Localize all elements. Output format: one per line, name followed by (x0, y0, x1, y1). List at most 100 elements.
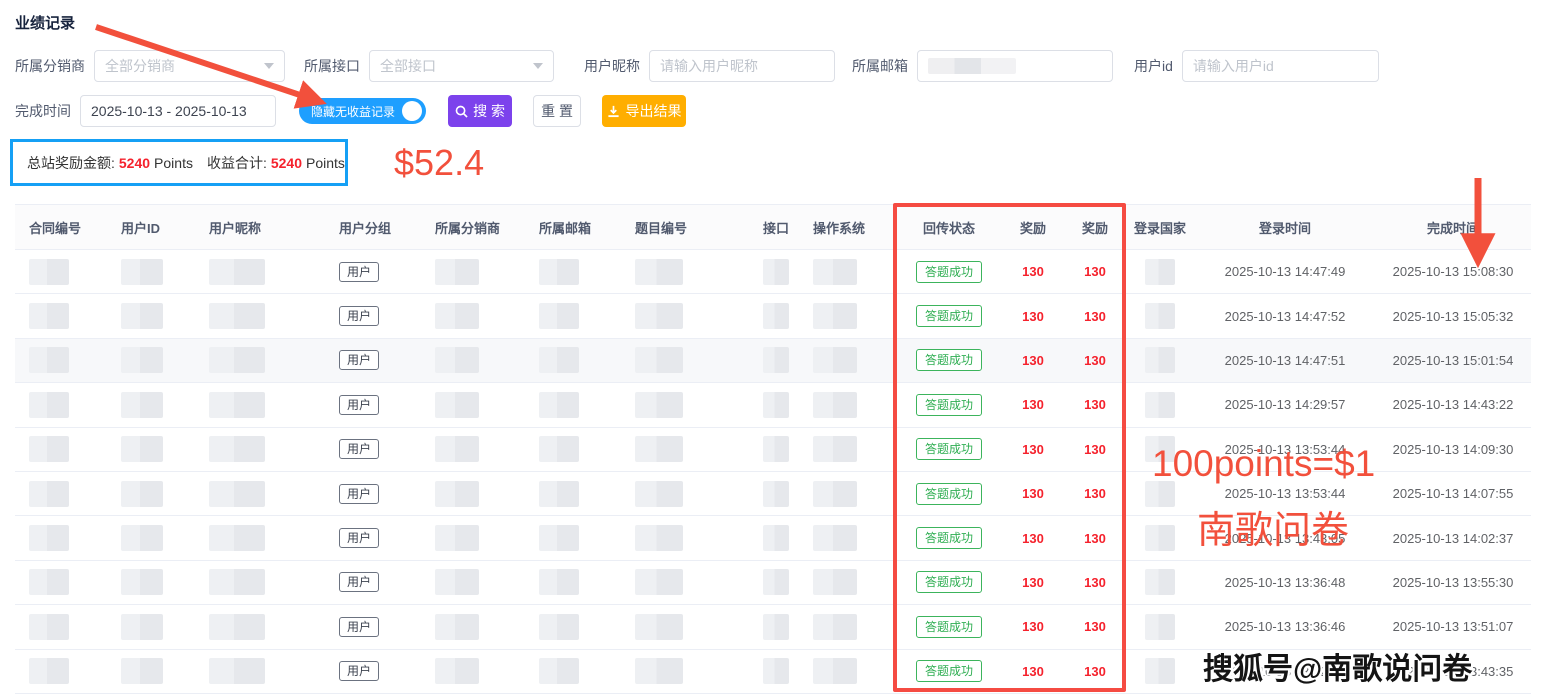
table-row[interactable]: 用户 答题成功 130 130 2025-10-13 14:47:51 2025… (15, 339, 1531, 383)
cell-distributor (421, 561, 525, 604)
cell-reward-2: 130 (1065, 383, 1125, 426)
redacted-value (813, 259, 857, 285)
login-time-value: 2025-10-13 14:47:49 (1225, 264, 1346, 279)
column-header[interactable]: 完成时间 (1375, 205, 1531, 249)
column-header[interactable]: 接口 (749, 205, 799, 249)
redacted-value (121, 436, 163, 462)
table-row[interactable]: 用户 答题成功 130 130 2025-10-13 13:22:23 2025… (15, 650, 1531, 694)
date-range-input[interactable]: 2025-10-13 - 2025-10-13 (80, 95, 276, 127)
column-header[interactable]: 题目编号 (621, 205, 749, 249)
redacted-value (435, 525, 479, 551)
cell-nickname (195, 250, 325, 293)
reward-value: 130 (1084, 664, 1106, 679)
finish-time-value: 2025-10-13 15:08:30 (1393, 264, 1514, 279)
column-header[interactable]: 所属邮箱 (525, 205, 621, 249)
column-header[interactable]: 回传状态 (897, 205, 1001, 249)
cell-email (525, 428, 621, 471)
cell-login-country (1125, 472, 1195, 515)
redacted-value (29, 569, 69, 595)
download-icon (607, 105, 620, 118)
cell-email (525, 472, 621, 515)
cell-contract-id (15, 383, 107, 426)
redacted-value (763, 259, 789, 285)
cell-callback-status: 答题成功 (897, 294, 1001, 337)
cell-nickname (195, 294, 325, 337)
cell-distributor (421, 428, 525, 471)
hide-no-income-toggle[interactable]: 隐藏无收益记录 (299, 98, 426, 124)
redacted-value (435, 481, 479, 507)
cell-user-id (107, 294, 195, 337)
column-header[interactable]: 合同编号 (15, 205, 107, 249)
column-header[interactable]: 登录国家 (1125, 205, 1195, 249)
page-title: 业绩记录 (15, 12, 75, 33)
cell-distributor (421, 294, 525, 337)
table-row[interactable]: 用户 答题成功 130 130 2025-10-13 14:29:57 2025… (15, 383, 1531, 427)
redacted-value (1145, 259, 1175, 285)
cell-reward-2: 130 (1065, 339, 1125, 382)
export-button[interactable]: 导出结果 (602, 95, 686, 127)
cell-login-time: 2025-10-13 13:22:23 (1195, 650, 1375, 693)
cell-nickname (195, 472, 325, 515)
cell-user-group: 用户 (325, 339, 421, 382)
column-header[interactable]: 操作系统 (799, 205, 897, 249)
cell-distributor (421, 650, 525, 693)
redacted-value (763, 569, 789, 595)
cell-user-id (107, 561, 195, 604)
table-row[interactable]: 用户 答题成功 130 130 2025-10-13 14:47:49 2025… (15, 250, 1531, 294)
nickname-input[interactable]: 请输入用户昵称 (649, 50, 835, 82)
cell-os (799, 516, 897, 559)
reward-value: 130 (1084, 353, 1106, 368)
finish-time-label: 完成时间 (15, 101, 71, 121)
interface-select[interactable]: 全部接口 (369, 50, 554, 82)
reward-value: 130 (1084, 531, 1106, 546)
redacted-value (635, 392, 683, 418)
cell-contract-id (15, 516, 107, 559)
column-header[interactable]: 所属分销商 (421, 205, 525, 249)
column-header[interactable]: 用户分组 (325, 205, 421, 249)
table-row[interactable]: 用户 答题成功 130 130 2025-10-13 13:43:05 2025… (15, 516, 1531, 560)
reward-value: 130 (1022, 664, 1044, 679)
cell-reward-2: 130 (1065, 650, 1125, 693)
column-header[interactable]: 用户昵称 (195, 205, 325, 249)
redacted-value (121, 347, 163, 373)
table-row[interactable]: 用户 答题成功 130 130 2025-10-13 14:47:52 2025… (15, 294, 1531, 338)
cell-interface (749, 428, 799, 471)
table-row[interactable]: 用户 答题成功 130 130 2025-10-13 13:53:44 2025… (15, 428, 1531, 472)
reset-button[interactable]: 重 置 (533, 95, 581, 127)
login-time-value: 2025-10-13 13:43:05 (1225, 531, 1346, 546)
column-header[interactable]: 登录时间 (1195, 205, 1375, 249)
email-input[interactable] (917, 50, 1113, 82)
table-row[interactable]: 用户 答题成功 130 130 2025-10-13 13:36:46 2025… (15, 605, 1531, 649)
search-button[interactable]: 搜 索 (448, 95, 512, 127)
column-header[interactable]: 用户ID (107, 205, 195, 249)
redacted-value (435, 303, 479, 329)
column-header[interactable]: 奖励 (1001, 205, 1065, 249)
cell-question-id (621, 650, 749, 693)
cell-login-country (1125, 294, 1195, 337)
cell-user-id (107, 516, 195, 559)
export-button-label: 导出结果 (626, 101, 682, 121)
cell-reward-1: 130 (1001, 428, 1065, 471)
cell-question-id (621, 294, 749, 337)
table-row[interactable]: 用户 答题成功 130 130 2025-10-13 13:53:44 2025… (15, 472, 1531, 516)
cell-user-id (107, 472, 195, 515)
cell-email (525, 383, 621, 426)
cell-finish-time: 2025-10-13 13:55:30 (1375, 561, 1531, 604)
user-id-input[interactable]: 请输入用户id (1182, 50, 1379, 82)
cell-user-id (107, 339, 195, 382)
table-row[interactable]: 用户 答题成功 130 130 2025-10-13 13:36:48 2025… (15, 561, 1531, 605)
reward-value: 130 (1022, 442, 1044, 457)
cell-distributor (421, 383, 525, 426)
toggle-knob (402, 101, 422, 121)
cell-login-country (1125, 605, 1195, 648)
cell-email (525, 561, 621, 604)
cell-user-id (107, 605, 195, 648)
column-header[interactable]: 奖励 (1065, 205, 1125, 249)
cell-distributor (421, 516, 525, 559)
cell-reward-1: 130 (1001, 650, 1065, 693)
redacted-value (121, 481, 163, 507)
distributor-select[interactable]: 全部分销商 (94, 50, 285, 82)
cell-question-id (621, 605, 749, 648)
nickname-label: 用户昵称 (584, 56, 640, 76)
cell-nickname (195, 605, 325, 648)
